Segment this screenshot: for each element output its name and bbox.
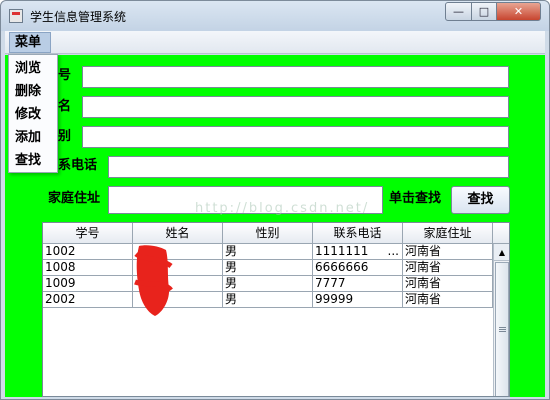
maximize-button[interactable]: □	[471, 2, 497, 21]
menu-bar: 菜单	[5, 31, 545, 54]
search-button[interactable]: 查找	[451, 186, 510, 214]
table-row[interactable]: 1008 男 6666666 河南省	[43, 260, 493, 276]
cell-address[interactable]: 河南省	[403, 276, 493, 292]
name-label: 名	[58, 99, 72, 114]
table-row[interactable]: 2002 男 99999 河南省	[43, 292, 493, 308]
overflow-ellipsis: ...	[387, 244, 399, 258]
menu-item-delete[interactable]: 删除	[9, 80, 57, 103]
cell-gender[interactable]: 男	[223, 244, 313, 260]
header-student-id[interactable]: 学号	[43, 223, 133, 244]
header-gender[interactable]: 性别	[223, 223, 313, 244]
address-label: 家庭住址	[48, 191, 101, 206]
grip-line	[499, 331, 506, 332]
cell-phone-value: 1111111	[315, 244, 369, 258]
main-window: 学生信息管理系统 — □ ✕ 菜单 号 名 别 系电话 家庭住址 单击查找 查找…	[0, 0, 550, 400]
redaction-scribble	[134, 245, 173, 316]
menu-dropdown: 浏览 删除 修改 添加 查找	[8, 54, 58, 173]
header-corner	[493, 223, 509, 244]
header-phone[interactable]: 联系电话	[313, 223, 403, 244]
student-id-label: 号	[58, 68, 72, 83]
cell-gender[interactable]: 男	[223, 260, 313, 276]
cell-student-id[interactable]: 2002	[43, 292, 133, 308]
gender-label: 别	[58, 129, 72, 144]
cell-phone[interactable]: 1111111...	[313, 244, 403, 260]
header-address[interactable]: 家庭住址	[403, 223, 493, 244]
menu-title[interactable]: 菜单	[9, 32, 51, 53]
scroll-thumb[interactable]	[495, 262, 509, 396]
cell-student-id[interactable]: 1008	[43, 260, 133, 276]
cell-phone[interactable]: 7777	[313, 276, 403, 292]
cell-student-id[interactable]: 1009	[43, 276, 133, 292]
cell-gender[interactable]: 男	[223, 276, 313, 292]
cell-address[interactable]: 河南省	[403, 260, 493, 276]
cell-student-id[interactable]: 1002	[43, 244, 133, 260]
minimize-button[interactable]: —	[445, 2, 472, 21]
name-field[interactable]	[82, 96, 509, 118]
cell-phone[interactable]: 6666666	[313, 260, 403, 276]
phone-label: 系电话	[58, 158, 98, 173]
close-button[interactable]: ✕	[496, 2, 541, 21]
student-id-field[interactable]	[82, 66, 509, 88]
content-panel: 号 名 别 系电话 家庭住址 单击查找 查找 学号 姓名 性别 联系电话 家庭住…	[5, 55, 545, 397]
phone-field[interactable]	[108, 156, 509, 178]
table-row[interactable]: 1009 男 7777 河南省	[43, 276, 493, 292]
window-title: 学生信息管理系统	[30, 10, 127, 24]
cell-gender[interactable]: 男	[223, 292, 313, 308]
table-row[interactable]: 1002 男 1111111... 河南省	[43, 244, 493, 260]
menu-item-browse[interactable]: 浏览	[9, 57, 57, 80]
header-name[interactable]: 姓名	[133, 223, 223, 244]
watermark: http://blog.csdn.net/	[195, 201, 370, 216]
grip-line	[499, 329, 506, 330]
table-body: 1002 男 1111111... 河南省 1008 男 6666666 河南省…	[43, 244, 493, 308]
app-icon	[9, 9, 23, 23]
student-table[interactable]: 学号 姓名 性别 联系电话 家庭住址 1002 男 1111111... 河南省…	[42, 222, 510, 397]
search-label: 单击查找	[389, 191, 442, 206]
menu-item-add[interactable]: 添加	[9, 126, 57, 149]
vertical-scrollbar[interactable]: ▲	[493, 244, 509, 396]
scroll-up-arrow-icon[interactable]: ▲	[494, 244, 509, 261]
cell-address[interactable]: 河南省	[403, 244, 493, 260]
grip-line	[499, 327, 506, 328]
table-header: 学号 姓名 性别 联系电话 家庭住址	[43, 223, 493, 244]
cell-address[interactable]: 河南省	[403, 292, 493, 308]
title-bar[interactable]: 学生信息管理系统 — □ ✕	[1, 1, 549, 31]
menu-item-edit[interactable]: 修改	[9, 103, 57, 126]
menu-item-search[interactable]: 查找	[9, 149, 57, 172]
gender-field[interactable]	[82, 126, 509, 148]
cell-phone[interactable]: 99999	[313, 292, 403, 308]
